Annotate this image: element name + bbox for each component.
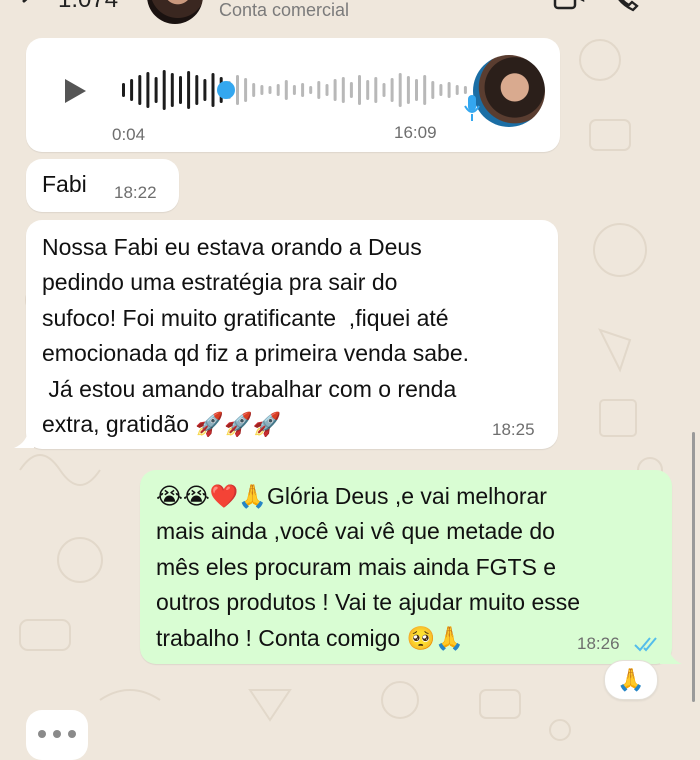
waveform-bar [358, 75, 361, 105]
video-call-icon[interactable] [553, 0, 585, 12]
unread-count[interactable]: 1.074 [58, 0, 118, 14]
message-text: 😭😭❤️🙏Glória Deus ,e vai melhorar mais ai… [156, 483, 581, 651]
message-text: Fabi [42, 171, 87, 197]
incoming-message[interactable]: Nossa Fabi eu estava orando a Deus pedin… [26, 220, 558, 449]
message-reaction[interactable]: 🙏 [604, 660, 658, 700]
waveform-bar [374, 77, 378, 103]
waveform-bar [179, 76, 182, 104]
message-text: Nossa Fabi eu estava orando a Deus pedin… [42, 234, 470, 438]
outgoing-message[interactable]: 😭😭❤️🙏Glória Deus ,e vai melhorar mais ai… [140, 470, 672, 664]
voice-duration: 0:04 [112, 125, 146, 144]
waveform-bar [276, 84, 280, 96]
scrollbar[interactable] [692, 432, 695, 702]
waveform-bar [463, 86, 467, 94]
sender-avatar [473, 55, 545, 127]
waveform-bar [447, 82, 451, 98]
waveform-bar [325, 84, 329, 96]
typing-indicator [26, 710, 88, 760]
waveform-bar [122, 83, 125, 97]
waveform-bar [252, 83, 256, 97]
message-time: 18:22 [114, 183, 157, 202]
waveform-bar [415, 79, 418, 101]
contact-avatar[interactable] [147, 0, 203, 24]
waveform-bar [406, 76, 410, 104]
message-time: 18:25 [492, 420, 535, 439]
waveform-bar [162, 70, 166, 110]
waveform-bar [211, 73, 215, 107]
typing-dot [38, 730, 46, 738]
waveform-bar [260, 85, 264, 95]
waveform-bar [268, 86, 272, 94]
contact-subtitle[interactable]: Conta comercial [219, 0, 349, 21]
typing-dot [68, 730, 76, 738]
incoming-message[interactable]: Fabi 18:22 [26, 159, 179, 212]
waveform-bar [398, 73, 402, 107]
microphone-icon [464, 95, 480, 121]
waveform-bar [170, 73, 174, 107]
bubble-tail [14, 428, 34, 448]
voice-waveform[interactable] [121, 68, 471, 112]
waveform-bar [146, 72, 150, 108]
waveform-bar [284, 80, 288, 100]
waveform-bar [455, 85, 459, 95]
phone-icon[interactable] [611, 0, 641, 14]
double-check-icon [634, 637, 657, 652]
waveform-bar [439, 84, 443, 96]
message-time: 18:26 [577, 634, 620, 653]
waveform-bar [309, 86, 313, 94]
waveform-bar [203, 79, 207, 101]
waveform-bar [423, 75, 427, 105]
waveform-bar [138, 75, 142, 105]
chat-header: 1.074 Conta comercial [0, 0, 700, 24]
play-icon[interactable] [62, 78, 88, 104]
waveform-bar [236, 75, 239, 105]
waveform-bar [390, 78, 394, 102]
waveform-bar [292, 85, 296, 95]
waveform-bar [301, 83, 305, 97]
waveform-bar [244, 78, 248, 102]
voice-message-bubble[interactable]: 0:04 16:09 [26, 38, 560, 152]
waveform-bar [317, 81, 321, 99]
waveform-bar [349, 82, 353, 98]
typing-dot [53, 730, 61, 738]
waveform-bar [341, 77, 345, 103]
waveform-bar [187, 71, 191, 109]
bubble-tail [660, 642, 682, 664]
waveform-bar [431, 81, 435, 99]
waveform-bar [130, 79, 134, 101]
waveform-bar [382, 83, 386, 97]
waveform-bar [333, 79, 337, 101]
waveform-bar [195, 75, 199, 105]
message-time: 16:09 [394, 123, 437, 142]
playback-position-handle[interactable] [217, 81, 235, 99]
waveform-bar [366, 80, 370, 100]
back-chevron-icon[interactable] [18, 0, 40, 12]
waveform-bar [154, 77, 158, 103]
